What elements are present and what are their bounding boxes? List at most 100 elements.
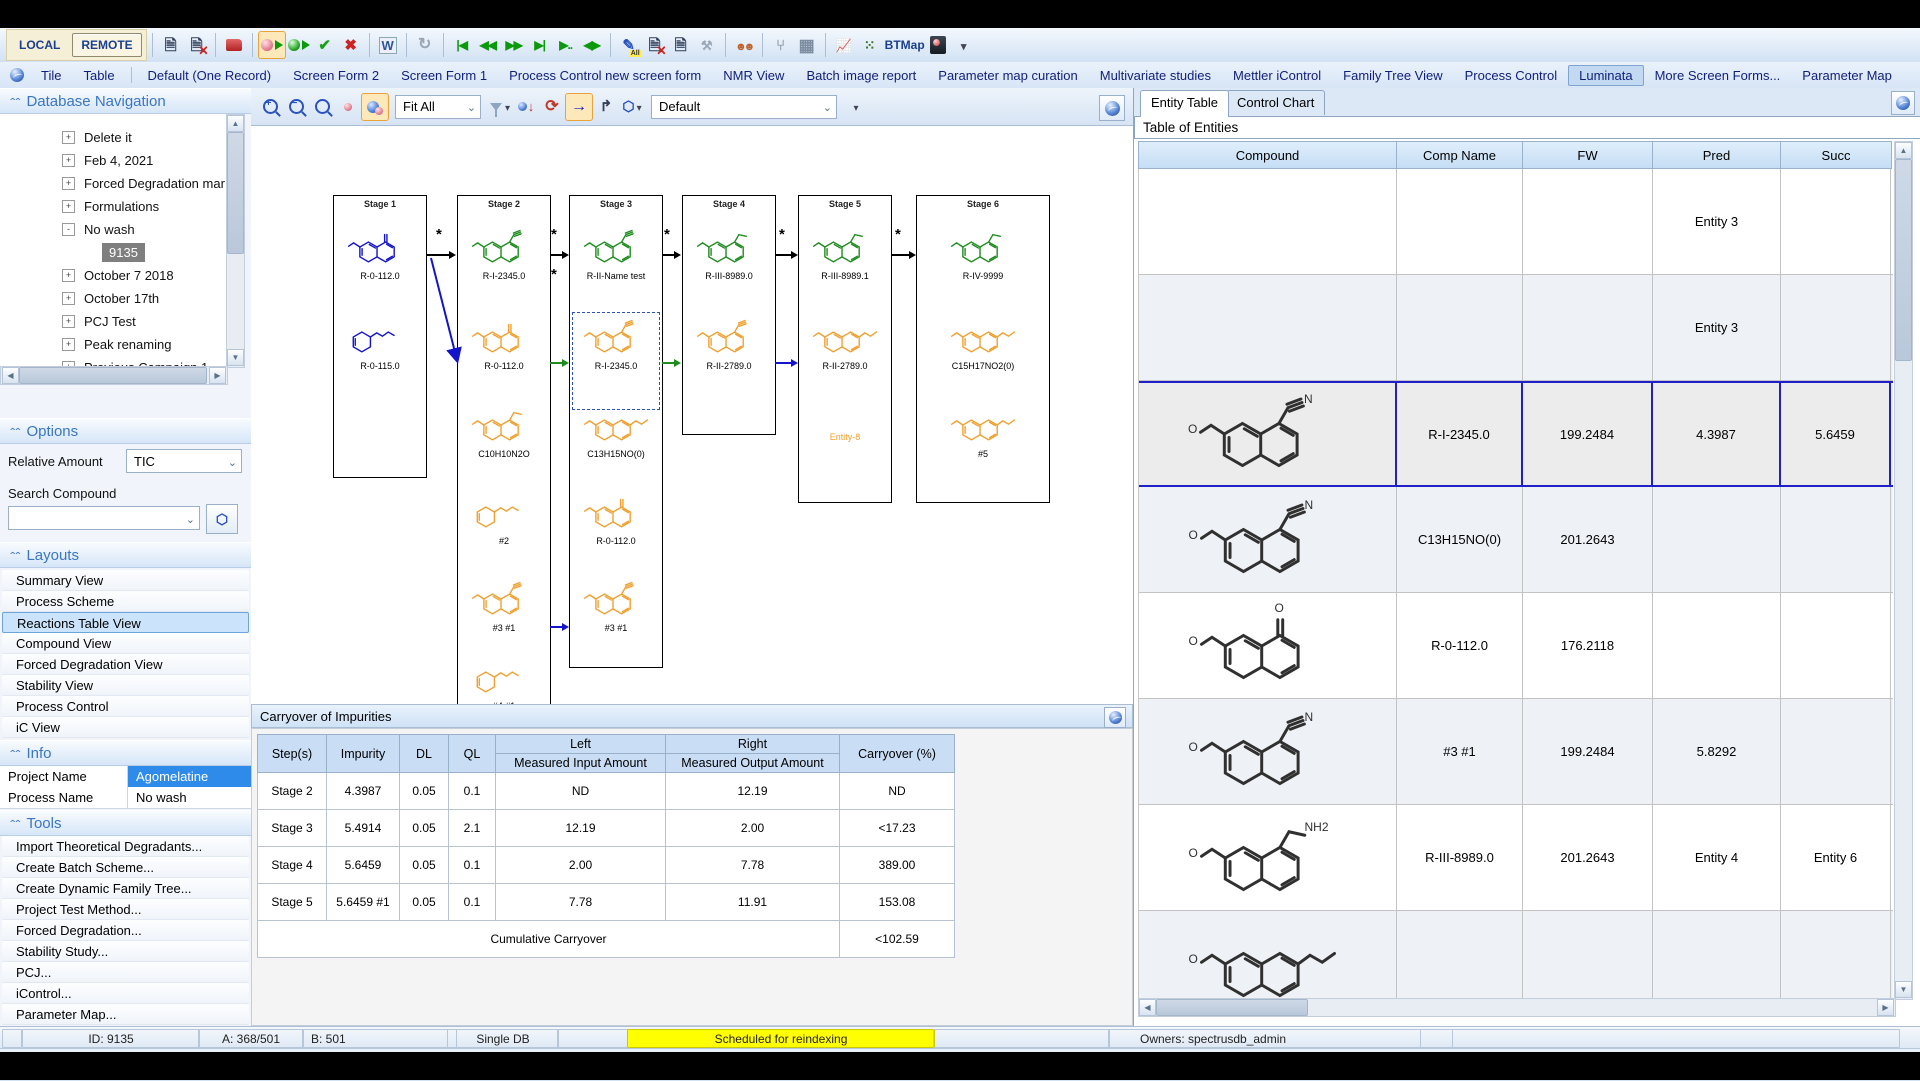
scheme-compound[interactable]: #5 [917, 405, 1049, 459]
local-button[interactable]: LOCAL [11, 34, 68, 56]
entity-row[interactable]: Entity 3 [1139, 275, 1893, 381]
btmap-icon[interactable] [857, 32, 883, 58]
scroll-right-icon[interactable]: ▶ [1877, 999, 1894, 1016]
apply-check-icon[interactable] [312, 32, 338, 58]
tree-item[interactable]: + Peak renaming [0, 333, 226, 355]
col-left-group[interactable]: Left [495, 734, 666, 754]
nav-switch-icon[interactable] [579, 32, 605, 58]
menu-mettler-icontrol[interactable]: Mettler iControl [1222, 65, 1332, 86]
toolbar-overflow-chevron[interactable] [951, 32, 977, 58]
entity-row[interactable]: O O R-0-112.0 176.2118 [1139, 593, 1893, 699]
step-arrow-icon[interactable] [593, 94, 619, 120]
collapse-chevron-icon[interactable] [8, 748, 18, 758]
collapse-chevron-icon[interactable] [8, 426, 18, 436]
scheme-compound[interactable]: C10H10N2O [458, 405, 550, 459]
entity-row[interactable]: NH2 O R-III-8989.0 201.2643 Entity 4 Ent… [1139, 805, 1893, 911]
process-name-value[interactable]: No wash [128, 787, 251, 808]
scheme-compound[interactable]: #2 [458, 492, 550, 546]
menu-luminata[interactable]: Luminata [1568, 64, 1644, 86]
scroll-down-icon[interactable]: ▼ [227, 349, 244, 366]
copy-annotated-icon[interactable] [668, 32, 694, 58]
scheme-compound[interactable]: R-II-2789.0 [799, 317, 891, 371]
menu-nmr-view[interactable]: NMR View [712, 65, 795, 86]
reaction-scheme-canvas[interactable]: Stage 1 R-0-112.0 R-0-115.0 Stage 2 R-I-… [251, 126, 1133, 704]
col-fw[interactable]: FW [1523, 142, 1653, 168]
col-measured-input[interactable]: Measured Input Amount [495, 753, 666, 773]
search-compound-input[interactable] [16, 509, 170, 527]
zoom-in-icon[interactable]: + [257, 94, 283, 120]
tree-item[interactable]: + PCJ Test [0, 310, 226, 332]
chart-search-icon[interactable] [831, 32, 857, 58]
tree-scroll-thumb[interactable] [227, 132, 244, 254]
tree-expander-icon[interactable]: + [62, 337, 75, 351]
layout-reactions-table-view[interactable]: Reactions Table View [2, 612, 249, 633]
tree-item-selected[interactable]: 9135 [0, 241, 226, 263]
scheme-style-select[interactable]: Default [651, 94, 837, 119]
collapse-chevron-icon[interactable] [8, 550, 18, 560]
options-header[interactable]: Options [0, 418, 251, 444]
menu-default-one-record[interactable]: Default (One Record) [137, 65, 283, 86]
entity-row[interactable]: N O #3 #1 199.2484 5.8292 [1139, 699, 1893, 805]
menu-screen-form-2[interactable]: Screen Form 2 [282, 65, 390, 86]
scroll-up-icon[interactable]: ▲ [1895, 142, 1912, 159]
fit-select[interactable]: Fit All [395, 94, 481, 119]
menu-tile[interactable]: Tile [30, 65, 72, 86]
new-record-icon[interactable] [158, 32, 184, 58]
scroll-left-icon[interactable]: ◀ [1139, 999, 1156, 1016]
scroll-down-icon[interactable]: ▼ [1895, 981, 1912, 998]
panel-app-icon[interactable] [1891, 91, 1915, 115]
project-name-value[interactable]: Agomelatine [128, 766, 251, 787]
nav-last-icon[interactable] [527, 32, 553, 58]
run-icon[interactable] [286, 32, 312, 58]
tool-forced-degradation[interactable]: Forced Degradation... [2, 920, 249, 941]
layouts-header[interactable]: Layouts [0, 542, 251, 568]
tree-hscroll-thumb[interactable] [19, 367, 207, 384]
carryover-row[interactable]: Stage 4 5.6459 0.05 0.1 2.00 7.78 389.00 [257, 846, 955, 884]
scheme-compound[interactable]: R-IV-9999 [917, 227, 1049, 281]
menu-table[interactable]: Table [72, 65, 125, 86]
zoom-out-icon[interactable]: − [283, 94, 309, 120]
menu-family-tree-view[interactable]: Family Tree View [1332, 65, 1453, 86]
scheme-compound[interactable]: C15H17NO2(0) [917, 317, 1049, 371]
tree-item[interactable]: +Previous Campaign 1 [0, 356, 226, 366]
scheme-compound[interactable]: #4 #1 [458, 657, 550, 704]
menu-screen-form-1[interactable]: Screen Form 1 [390, 65, 498, 86]
tree-item[interactable]: + Formulations [0, 195, 226, 217]
show-structures-toggle-icon[interactable] [361, 92, 389, 121]
tree-expander-icon[interactable]: + [62, 291, 75, 305]
scheme-compound[interactable]: R-0-112.0 [570, 492, 662, 546]
scroll-left-icon[interactable]: ◀ [2, 367, 19, 384]
col-dl[interactable]: DL [399, 734, 449, 773]
app-badge-icon[interactable] [925, 32, 951, 58]
tree-expander-icon[interactable]: + [62, 199, 75, 213]
scheme-compound[interactable]: #3 #1 [458, 579, 550, 633]
scheme-compound[interactable]: R-0-115.0 [334, 317, 426, 371]
reaction-nodes-icon[interactable]: ↓ [513, 94, 539, 120]
scheme-compound[interactable]: R-III-8989.0 [683, 227, 775, 281]
tab-control-chart[interactable]: Control Chart [1226, 90, 1326, 115]
btmap-label[interactable]: BTMap [885, 38, 925, 52]
scheme-compound[interactable]: R-0-112.0 [334, 227, 426, 281]
small-node-icon[interactable] [335, 94, 361, 120]
panel-app-icon[interactable] [1099, 95, 1125, 121]
scroll-right-icon[interactable]: ▶ [209, 367, 226, 384]
tool-create-batch-scheme[interactable]: Create Batch Scheme... [2, 857, 249, 878]
col-measured-output[interactable]: Measured Output Amount [665, 753, 840, 773]
open-database-icon[interactable] [221, 32, 247, 58]
filter-icon[interactable] [487, 94, 513, 120]
reload-scheme-icon[interactable] [539, 94, 565, 120]
entity-row[interactable]: O [1139, 911, 1893, 998]
col-compound[interactable]: Compound [1139, 142, 1397, 168]
collapse-chevron-icon[interactable] [8, 96, 18, 106]
tree-expander-icon[interactable]: + [62, 176, 75, 190]
scheme-compound[interactable]: Entity-8 [799, 431, 891, 442]
menu-parameter-map-curation[interactable]: Parameter map curation [927, 65, 1088, 86]
tree-item[interactable]: - No wash [0, 218, 226, 240]
tool-project-test-method[interactable]: Project Test Method... [2, 899, 249, 920]
users-icon[interactable] [731, 32, 757, 58]
scroll-up-icon[interactable]: ▲ [227, 115, 244, 132]
tree-item[interactable]: + October 17th [0, 287, 226, 309]
nav-prev-icon[interactable] [475, 32, 501, 58]
menu-process-control-new-screen-form[interactable]: Process Control new screen form [498, 65, 712, 86]
refresh-icon[interactable] [412, 32, 438, 58]
